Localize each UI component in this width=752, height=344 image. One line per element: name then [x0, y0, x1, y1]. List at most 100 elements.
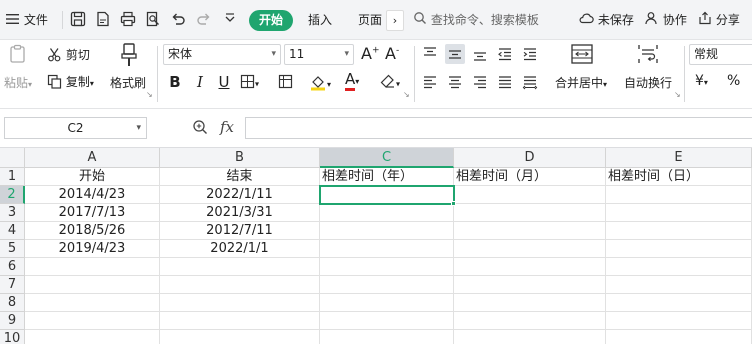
cell-e4[interactable]	[606, 222, 752, 240]
unsaved-status-button[interactable]: 未保存	[578, 9, 634, 31]
more-tabs-button[interactable]: ›	[386, 10, 404, 31]
cell-c6[interactable]	[320, 258, 454, 276]
row-header-2[interactable]: 2	[0, 186, 25, 204]
cell-a9[interactable]	[25, 312, 160, 330]
font-name-select[interactable]: 宋体 ▾	[163, 44, 281, 65]
cell-c10[interactable]	[320, 330, 454, 344]
cell-a2[interactable]: 2014/4/23	[25, 186, 160, 204]
cell-e9[interactable]	[606, 312, 752, 330]
expand-corner-icon[interactable]: ↘	[146, 90, 153, 99]
column-header-e[interactable]: E	[606, 148, 752, 168]
cell-a3[interactable]: 2017/7/13	[25, 204, 160, 222]
cell-a4[interactable]: 2018/5/26	[25, 222, 160, 240]
column-header-d[interactable]: D	[454, 148, 606, 168]
row-header-8[interactable]: 8	[0, 294, 25, 312]
redo-icon[interactable]	[196, 11, 212, 33]
cell-e1[interactable]: 相差时间（日）	[606, 168, 752, 186]
cell-d2[interactable]	[454, 186, 606, 204]
wrap-text-button[interactable]: 自动换行	[624, 74, 672, 91]
row-header-6[interactable]: 6	[0, 258, 25, 276]
paste-icon[interactable]	[8, 44, 28, 67]
cell-d10[interactable]	[454, 330, 606, 344]
expand-corner-icon[interactable]: ↘	[403, 90, 410, 99]
row-header-7[interactable]: 7	[0, 276, 25, 294]
cell-a1[interactable]: 开始	[25, 168, 160, 186]
cell-b1[interactable]: 结束	[160, 168, 320, 186]
currency-format-button[interactable]: ¥▾	[695, 73, 708, 89]
cell-e8[interactable]	[606, 294, 752, 312]
cut-button[interactable]: 剪切	[47, 46, 90, 65]
align-middle-icon[interactable]	[445, 44, 465, 64]
row-header-1[interactable]: 1	[0, 168, 25, 186]
cell-e2[interactable]	[606, 186, 752, 204]
column-header-b[interactable]: B	[160, 148, 320, 168]
cell-c8[interactable]	[320, 294, 454, 312]
font-color-button[interactable]: A▾	[345, 70, 359, 91]
tab-page[interactable]: 页面	[358, 9, 382, 31]
column-header-a[interactable]: A	[25, 148, 160, 168]
cell-d1[interactable]: 相差时间（月）	[454, 168, 606, 186]
number-format-select[interactable]: 常规	[689, 44, 752, 65]
cell-b4[interactable]: 2012/7/11	[160, 222, 320, 240]
cell-b10[interactable]	[160, 330, 320, 344]
cell-b2[interactable]: 2022/1/11	[160, 186, 320, 204]
cell-c4[interactable]	[320, 222, 454, 240]
tab-home[interactable]: 开始	[249, 10, 293, 31]
copy-button[interactable]: 复制▾	[47, 73, 94, 92]
quick-access-more-icon[interactable]	[224, 11, 236, 33]
row-header-4[interactable]: 4	[0, 222, 25, 240]
name-box[interactable]: C2 ▾	[4, 117, 147, 139]
align-center-icon[interactable]	[445, 72, 465, 92]
justify-icon[interactable]	[495, 72, 515, 92]
align-right-icon[interactable]	[470, 72, 490, 92]
align-left-icon[interactable]	[420, 72, 440, 92]
save-icon[interactable]	[70, 11, 86, 33]
select-all-corner[interactable]	[0, 148, 25, 168]
undo-icon[interactable]	[170, 11, 186, 33]
cell-b8[interactable]	[160, 294, 320, 312]
tab-insert[interactable]: 插入	[308, 9, 332, 31]
percent-format-button[interactable]: %	[727, 73, 740, 89]
insert-function-button[interactable]: fx	[220, 118, 234, 136]
cell-d3[interactable]	[454, 204, 606, 222]
cell-a8[interactable]	[25, 294, 160, 312]
align-bottom-icon[interactable]	[470, 44, 490, 64]
paste-button[interactable]: 粘贴▾	[4, 74, 32, 91]
cell-a10[interactable]	[25, 330, 160, 344]
cell-b7[interactable]	[160, 276, 320, 294]
cell-b9[interactable]	[160, 312, 320, 330]
font-size-select[interactable]: 11 ▾	[284, 44, 354, 65]
underline-button[interactable]: U	[214, 71, 234, 93]
cell-d5[interactable]	[454, 240, 606, 258]
cell-d4[interactable]	[454, 222, 606, 240]
file-menu[interactable]: 文件	[6, 9, 48, 31]
zoom-search-icon[interactable]	[192, 119, 208, 138]
merge-center-icon[interactable]	[570, 43, 594, 68]
cell-b6[interactable]	[160, 258, 320, 276]
print-icon[interactable]	[120, 11, 136, 33]
borders-button[interactable]: ▾	[240, 74, 259, 92]
align-top-icon[interactable]	[420, 44, 440, 64]
distributed-align-icon[interactable]	[520, 72, 540, 92]
decrease-indent-icon[interactable]	[495, 44, 515, 64]
increase-indent-icon[interactable]	[520, 44, 540, 64]
fill-color-button[interactable]: ▾	[309, 73, 331, 94]
cell-e5[interactable]	[606, 240, 752, 258]
cell-d6[interactable]	[454, 258, 606, 276]
share-button[interactable]: 分享	[698, 9, 740, 31]
cell-b5[interactable]: 2022/1/1	[160, 240, 320, 258]
cell-e7[interactable]	[606, 276, 752, 294]
increase-font-size-icon[interactable]: A+	[361, 44, 380, 63]
cell-a7[interactable]	[25, 276, 160, 294]
cell-a5[interactable]: 2019/4/23	[25, 240, 160, 258]
active-cell-selection[interactable]	[319, 185, 455, 205]
print-preview-icon[interactable]	[145, 11, 161, 33]
row-header-10[interactable]: 10	[0, 330, 25, 344]
bold-button[interactable]: B	[165, 71, 185, 93]
cell-e3[interactable]	[606, 204, 752, 222]
cell-d8[interactable]	[454, 294, 606, 312]
decrease-font-size-icon[interactable]: A-	[385, 44, 399, 63]
cell-c7[interactable]	[320, 276, 454, 294]
cell-c1[interactable]: 相差时间（年）	[320, 168, 454, 186]
cell-e10[interactable]	[606, 330, 752, 344]
